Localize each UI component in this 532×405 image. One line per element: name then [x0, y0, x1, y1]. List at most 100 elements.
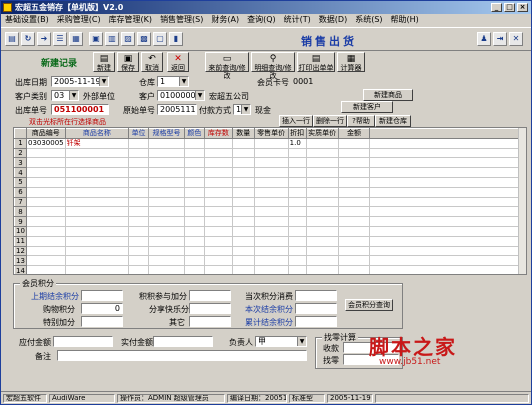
person-select[interactable]: 甲 ▼	[255, 336, 307, 347]
table-row[interactable]: 3	[14, 157, 526, 169]
customer-type-select[interactable]: 03 ▼	[51, 90, 79, 101]
exchange-add-field[interactable]	[189, 290, 231, 301]
cell[interactable]	[25, 235, 66, 247]
points-query-button[interactable]: 会员积分查询	[345, 299, 393, 311]
receivable-field[interactable]	[53, 336, 113, 347]
cell-price[interactable]	[253, 137, 289, 149]
table-icon[interactable]: ▥	[105, 32, 119, 46]
table-row[interactable]: 13	[14, 255, 526, 267]
cell[interactable]	[25, 216, 66, 227]
new-goods-button[interactable]: 新建商品	[363, 89, 413, 101]
goods-grid[interactable]: 商品编号 商品名称 单位 规格型号 颜色 库存数 数量 零售单价 折扣 实质单价…	[13, 127, 527, 275]
table-row[interactable]: 9	[14, 216, 526, 227]
other-points-field[interactable]	[189, 316, 231, 327]
refresh-icon[interactable]: ↻	[21, 32, 35, 46]
menu-system[interactable]: 系统(S)	[351, 14, 386, 26]
close-doc-icon[interactable]: ✕	[509, 32, 523, 46]
menu-sales[interactable]: 销售管理(S)	[156, 14, 207, 26]
exit-icon[interactable]: ⇥	[493, 32, 507, 46]
minimize-button[interactable]: _	[491, 3, 502, 12]
print-button[interactable]: ▤ 打印出单单	[297, 52, 335, 72]
chevron-down-icon[interactable]: ▼	[297, 337, 306, 346]
table-row[interactable]: 14	[14, 265, 526, 274]
close-button[interactable]: ×	[517, 3, 528, 12]
cell[interactable]	[25, 157, 66, 169]
menu-help[interactable]: 帮助(H)	[387, 14, 423, 26]
cell-color[interactable]	[183, 137, 205, 149]
col-amount[interactable]: 金额	[337, 128, 371, 139]
customer-select[interactable]: 01000001 ▼	[157, 90, 205, 101]
forward-icon[interactable]: ➜	[37, 32, 51, 46]
col-price[interactable]: 零售单价	[253, 128, 289, 139]
col-spec[interactable]: 规格型号	[148, 128, 185, 139]
menu-data[interactable]: 数据(D)	[315, 14, 351, 26]
order-number-field[interactable]: 051100001	[51, 104, 109, 115]
table-row[interactable]: 10	[14, 225, 526, 237]
detail-query-button[interactable]: ⚲ 明细查询/修改	[251, 52, 295, 80]
col-code[interactable]: 商品编号	[25, 128, 66, 139]
cell[interactable]	[25, 196, 66, 208]
last-balance-field[interactable]	[81, 290, 123, 301]
col-net-price[interactable]: 实质单价	[305, 128, 339, 139]
share-points-field[interactable]	[189, 303, 231, 314]
maximize-button[interactable]: □	[504, 3, 515, 12]
grid-scrollbar[interactable]	[518, 128, 526, 274]
help-button[interactable]: ?帮助	[347, 115, 375, 127]
date-field[interactable]: 2005-11-19 ▼	[51, 76, 109, 87]
new-customer-button[interactable]: 新建客户	[341, 101, 393, 113]
special-points-field[interactable]	[81, 316, 123, 327]
prev-query-button[interactable]: ▭ 来前查询/修改	[205, 52, 249, 80]
cell-amount[interactable]	[337, 137, 371, 149]
chart-icon[interactable]: ▩	[137, 32, 151, 46]
chevron-down-icon[interactable]: ▼	[195, 91, 204, 100]
cell-stock[interactable]	[203, 137, 233, 149]
cell[interactable]	[25, 265, 66, 274]
text-icon[interactable]: ▨	[121, 32, 135, 46]
col-qty[interactable]: 数量	[231, 128, 255, 139]
chevron-down-icon[interactable]: ▼	[241, 105, 250, 114]
chevron-down-icon[interactable]: ▼	[99, 77, 108, 86]
table-row[interactable]: 7	[14, 196, 526, 208]
insert-row-button[interactable]: 插入一行	[279, 115, 313, 127]
cell-qty[interactable]	[231, 137, 255, 149]
col-unit[interactable]: 单位	[128, 128, 150, 139]
actual-paid-field[interactable]	[153, 336, 213, 347]
cell-code[interactable]: 03030005	[25, 137, 66, 149]
member-value[interactable]: 0001	[293, 77, 313, 86]
col-discount[interactable]: 折扣	[287, 128, 307, 139]
warehouse-select[interactable]: 1 ▼	[157, 76, 189, 87]
new-doc-icon[interactable]: ▤	[5, 32, 19, 46]
cell-net-price[interactable]	[305, 137, 339, 149]
menu-finance[interactable]: 财务(A)	[207, 14, 243, 26]
window-icon[interactable]: ▢	[153, 32, 167, 46]
new-button[interactable]: ▤ 新建	[93, 52, 115, 72]
cancel-button[interactable]: ↶ 取消	[141, 52, 163, 72]
menu-basic[interactable]: 基础设置(B)	[1, 14, 53, 26]
cell[interactable]	[25, 186, 66, 198]
remark-field[interactable]	[57, 350, 307, 361]
book-icon[interactable]: ▮	[169, 32, 183, 46]
chevron-down-icon[interactable]: ▼	[179, 77, 188, 86]
cell[interactable]	[25, 225, 66, 237]
back-button[interactable]: ✕ 返回	[167, 52, 189, 72]
cell[interactable]	[25, 245, 66, 257]
menu-stock[interactable]: 库存管理(K)	[105, 14, 157, 26]
table-row[interactable]: 5	[14, 176, 526, 188]
total-balance-field[interactable]	[295, 316, 337, 327]
cell-spec[interactable]	[148, 137, 185, 149]
col-name[interactable]: 商品名称	[64, 128, 130, 139]
cell[interactable]	[25, 147, 66, 159]
this-balance-field[interactable]	[295, 303, 337, 314]
col-stock[interactable]: 库存数	[203, 128, 233, 139]
chevron-down-icon[interactable]: ▼	[69, 91, 78, 100]
table-row[interactable]: 1 03030005 钎架 1.0	[14, 137, 526, 149]
delete-row-button[interactable]: 删除一行	[313, 115, 347, 127]
col-color[interactable]: 颜色	[183, 128, 205, 139]
cell-name[interactable]: 钎架	[64, 137, 130, 149]
list-icon[interactable]: ☰	[53, 32, 67, 46]
menu-stats[interactable]: 统计(T)	[280, 14, 315, 26]
cell-unit[interactable]	[128, 137, 150, 149]
purchase-points-field[interactable]: 0	[81, 303, 123, 314]
table-row[interactable]: 8	[14, 206, 526, 218]
cell[interactable]	[25, 255, 66, 267]
